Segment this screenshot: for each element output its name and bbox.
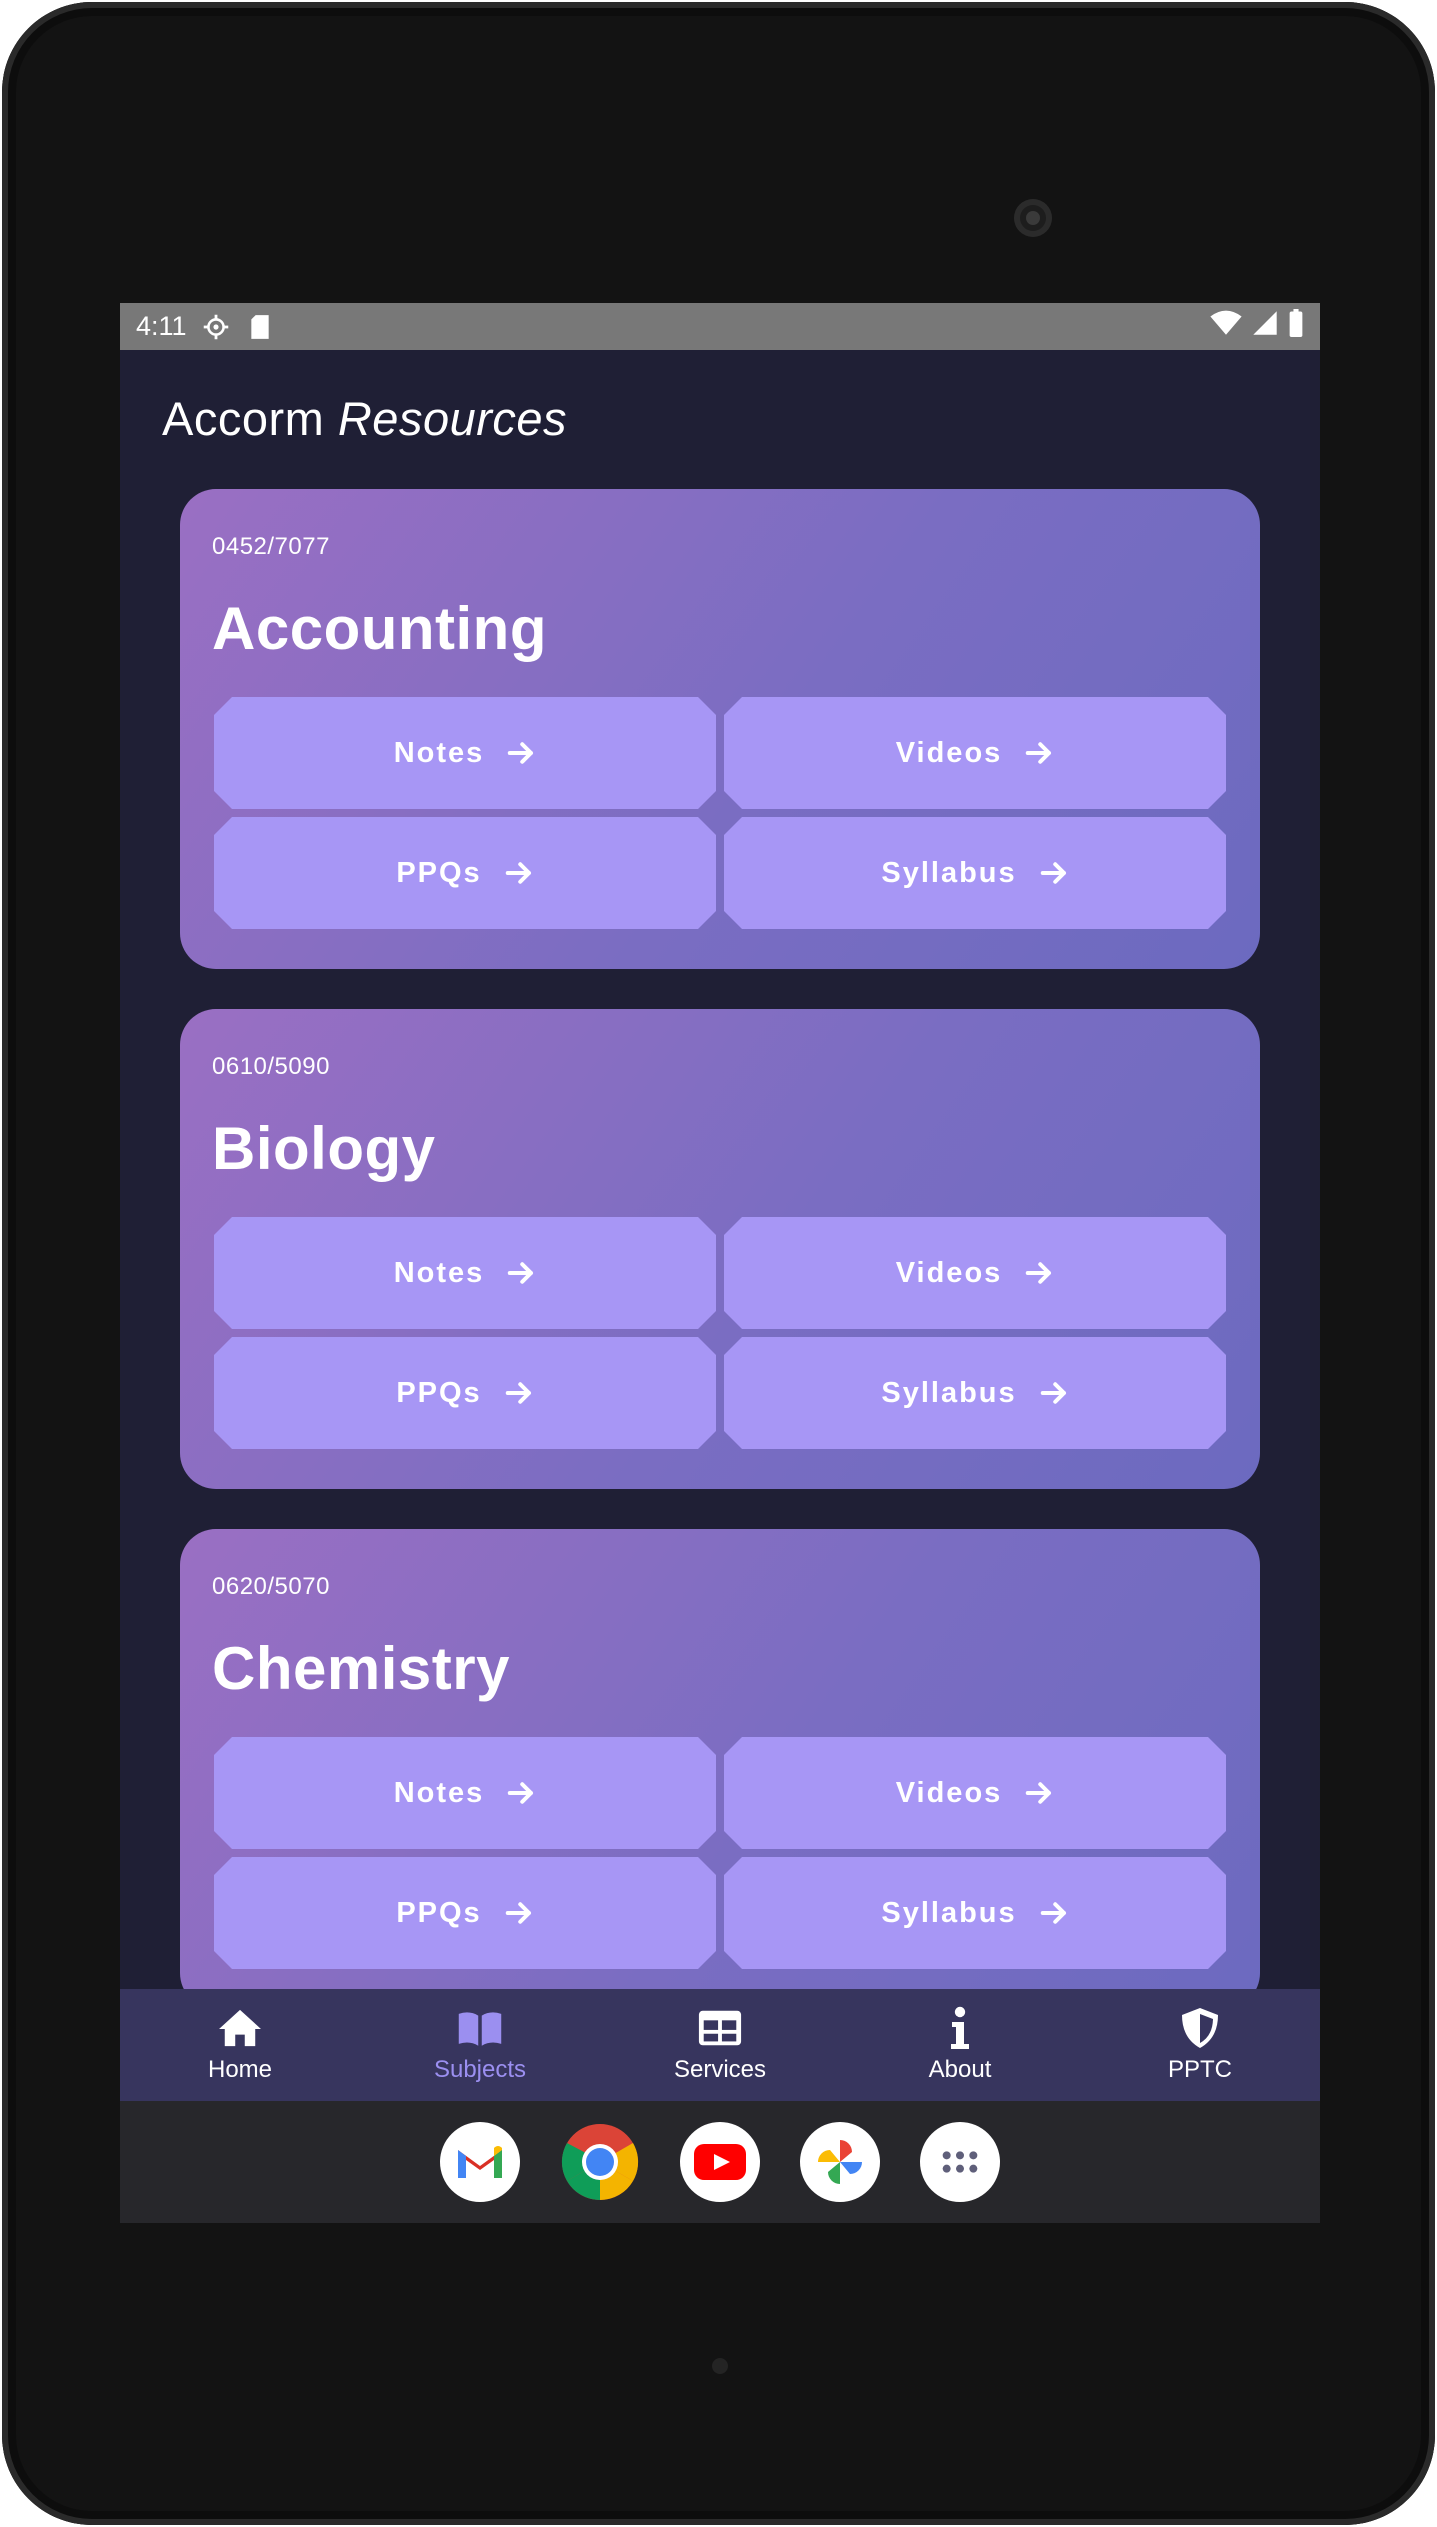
videos-button[interactable]: Videos [724,697,1226,809]
subject-code: 0610/5090 [212,1053,330,1080]
arrow-right-icon [1024,738,1054,768]
arrow-right-icon [1024,1258,1054,1288]
app-dock [120,2101,1320,2223]
subject-code: 0452/7077 [212,533,330,560]
arrow-right-icon [506,738,536,768]
app-drawer-icon[interactable] [920,2122,1000,2202]
youtube-icon[interactable] [680,2122,760,2202]
subject-card: 0620/5070 Chemistry Notes Videos PPQs Sy… [180,1529,1260,2009]
button-label: Syllabus [881,1376,1017,1409]
status-time: 4:11 [136,311,187,341]
syllabus-button[interactable]: Syllabus [724,1857,1226,1969]
button-label: PPQs [396,856,482,889]
screen: 4:11 Accorm Resources 0452/7077 Accounti… [120,303,1320,2223]
nav-label: PPTC [1167,2056,1232,2083]
wifi-icon [1210,310,1242,343]
button-label: Videos [895,736,1003,769]
battery-icon [1288,309,1304,344]
ppqs-button[interactable]: PPQs [214,817,716,929]
shield-icon [1177,2006,1223,2050]
photos-icon[interactable] [800,2122,880,2202]
videos-button[interactable]: Videos [724,1217,1226,1329]
gmail-icon[interactable] [440,2122,520,2202]
subject-code: 0620/5070 [212,1573,330,1600]
arrow-right-icon [1039,1378,1069,1408]
book-icon [457,2006,503,2050]
chrome-icon[interactable] [560,2122,640,2202]
app-title: Accorm Resources [162,391,567,446]
arrow-right-icon [504,858,534,888]
nav-label: About [928,2056,992,2083]
nav-label: Subjects [433,2056,527,2083]
button-label: Syllabus [881,856,1017,889]
nav-home[interactable]: Home [120,1989,360,2101]
button-label: Notes [393,736,485,769]
subject-title: Chemistry [212,1635,510,1702]
app-title-italic: Resources [337,392,568,445]
button-label: Videos [895,1256,1003,1289]
ppqs-button[interactable]: PPQs [214,1337,716,1449]
syllabus-button[interactable]: Syllabus [724,817,1226,929]
ppqs-button[interactable]: PPQs [214,1857,716,1969]
subject-title: Accounting [212,595,547,662]
nav-about[interactable]: About [840,1989,1080,2101]
status-bar: 4:11 [120,303,1320,350]
arrow-right-icon [504,1898,534,1928]
tablet-frame: 4:11 Accorm Resources 0452/7077 Accounti… [2,2,1435,2525]
front-camera [1014,199,1052,237]
sd-card-icon [245,312,275,342]
notes-button[interactable]: Notes [214,697,716,809]
home-icon [217,2006,263,2050]
subject-card: 0452/7077 Accounting Notes Videos PPQs S… [180,489,1260,969]
button-label: PPQs [396,1896,482,1929]
arrow-right-icon [1039,858,1069,888]
cellular-signal-icon [1252,310,1278,343]
arrow-right-icon [1024,1778,1054,1808]
bottom-navigation: Home Subjects Services About PPTC [120,1989,1320,2101]
subject-card: 0610/5090 Biology Notes Videos PPQs Syll… [180,1009,1260,1489]
home-sensor [712,2358,728,2374]
button-label: Videos [895,1776,1003,1809]
button-label: Notes [393,1776,485,1809]
nav-label: Home [207,2056,273,2083]
nav-pptc[interactable]: PPTC [1080,1989,1320,2101]
button-label: Notes [393,1256,485,1289]
subject-title: Biology [212,1115,436,1182]
arrow-right-icon [1039,1898,1069,1928]
button-label: PPQs [396,1376,482,1409]
arrow-right-icon [504,1378,534,1408]
nav-services[interactable]: Services [600,1989,840,2101]
button-label: Syllabus [881,1896,1017,1929]
status-right [1210,309,1304,344]
nav-subjects[interactable]: Subjects [360,1989,600,2101]
app-title-plain: Accorm [162,392,325,445]
info-icon [937,2006,983,2050]
videos-button[interactable]: Videos [724,1737,1226,1849]
nav-label: Services [673,2056,767,2083]
notes-button[interactable]: Notes [214,1217,716,1329]
arrow-right-icon [506,1778,536,1808]
arrow-right-icon [506,1258,536,1288]
settings-gear-icon [201,312,231,342]
table-grid-icon [697,2006,743,2050]
notes-button[interactable]: Notes [214,1737,716,1849]
syllabus-button[interactable]: Syllabus [724,1337,1226,1449]
